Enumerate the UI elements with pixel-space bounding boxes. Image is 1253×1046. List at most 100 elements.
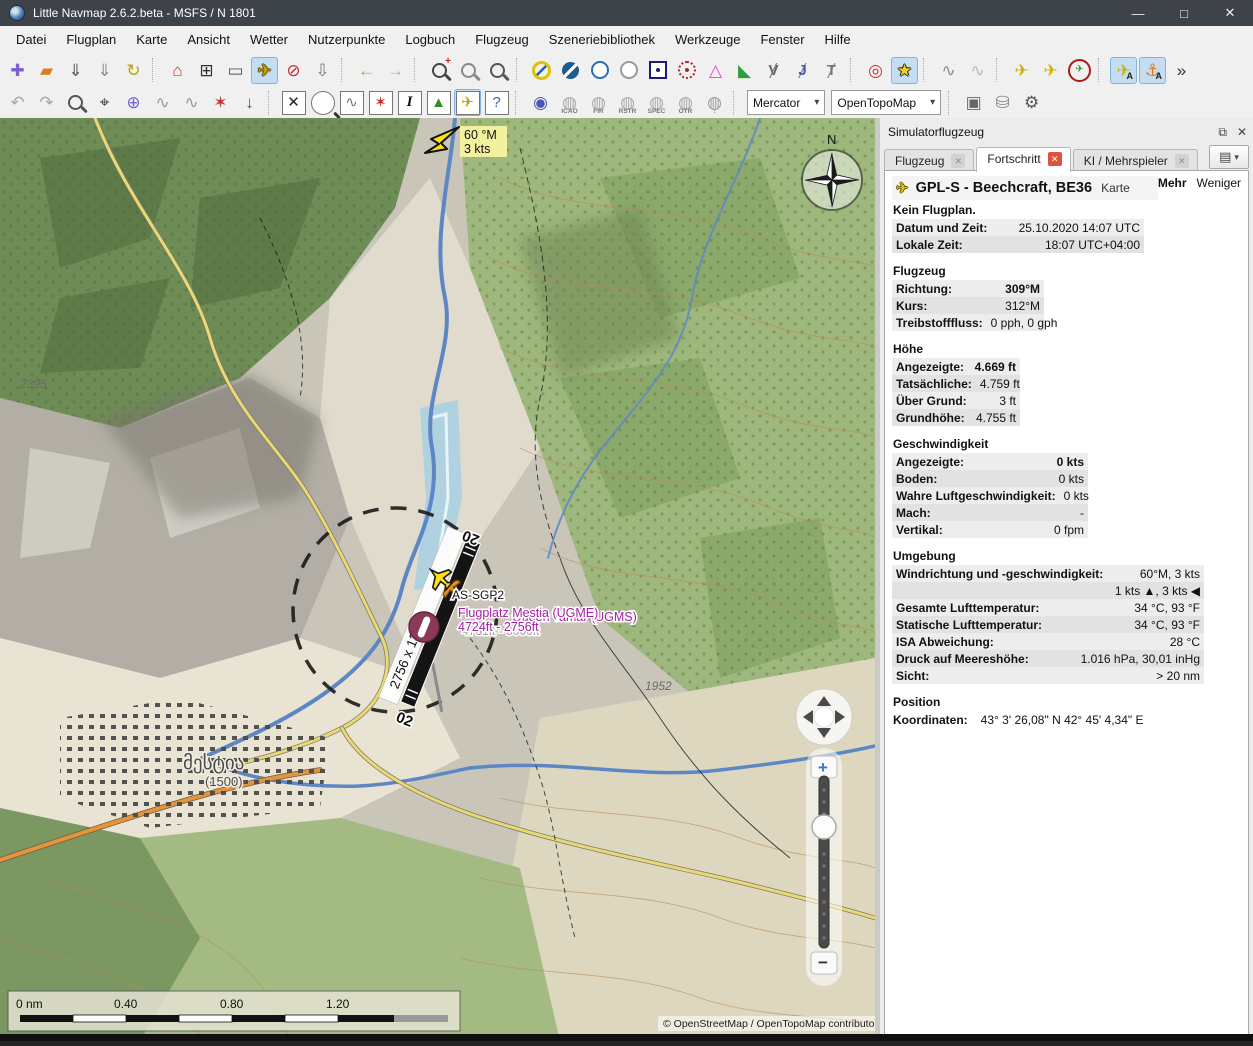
wand-box-button[interactable]: ✶ [367, 89, 394, 116]
menu-logbuch[interactable]: Logbuch [395, 28, 465, 51]
show-vor-toggle[interactable] [528, 57, 555, 84]
close-panel-icon[interactable]: ✕ [1237, 125, 1247, 140]
options-button[interactable]: ⚙ [1018, 89, 1045, 116]
airspace-icao-toggle[interactable]: ◍ICAO [556, 89, 583, 116]
tab-close-icon[interactable]: ✕ [1048, 152, 1062, 166]
close-button[interactable]: ✕ [1207, 0, 1253, 26]
center-rect-button[interactable]: ▭ [222, 57, 249, 84]
aircraft-trail-button[interactable]: ✈ [1008, 57, 1035, 84]
zoom-slider-handle[interactable] [812, 815, 836, 839]
undo-button[interactable]: ↶ [4, 89, 31, 116]
show-ai-ships-button[interactable]: ⚓A [1139, 57, 1166, 84]
home-view-button[interactable]: ⌂ [164, 57, 191, 84]
add-route-position-button[interactable]: ⊕ [120, 89, 147, 116]
map-forward-button[interactable]: → [382, 57, 409, 84]
delete-trail-button[interactable]: ✈ [1066, 57, 1093, 84]
projection-select[interactable]: Mercator▾ [747, 90, 825, 115]
approach-center-button[interactable]: ⇩ [309, 57, 336, 84]
airspace-special-toggle[interactable]: ◍SPEC [643, 89, 670, 116]
map-legend-button[interactable]: ? [483, 89, 510, 116]
terrain-elevation-button[interactable]: ▲ [425, 89, 452, 116]
maximize-button[interactable]: □ [1161, 0, 1207, 26]
show-tracks-toggle[interactable]: T [818, 57, 845, 84]
menu-flugzeug[interactable]: Flugzeug [465, 28, 538, 51]
airport-symbol[interactable] [409, 612, 439, 642]
airspace-fir-toggle[interactable]: ◍FIR [585, 89, 612, 116]
toolbar-overflow-chevron[interactable]: » [1168, 57, 1195, 84]
show-waypoint-toggle[interactable]: △ [702, 57, 729, 84]
airspace-other-toggle[interactable]: ◍OTR [672, 89, 699, 116]
airspace-restricted-toggle[interactable]: ◍RSTR [614, 89, 641, 116]
menu-fenster[interactable]: Fenster [750, 28, 814, 51]
panel-title-bar[interactable]: Simulatorflugzeug ⧉ ✕ [880, 118, 1253, 144]
tab-close-icon[interactable]: ✕ [951, 154, 965, 168]
show-ndb-toggle[interactable] [586, 57, 613, 84]
menu-datei[interactable]: Datei [6, 28, 56, 51]
map-back-button[interactable]: ← [353, 57, 380, 84]
show-jet-airways-toggle[interactable]: J [789, 57, 816, 84]
copy-to-clipboard-button[interactable]: ▤▾ [1209, 145, 1249, 169]
show-waypoint-box-toggle[interactable] [644, 57, 671, 84]
no-center-aircraft-button[interactable]: ⊘ [280, 57, 307, 84]
menu-wetter[interactable]: Wetter [240, 28, 298, 51]
map-attribution[interactable]: © OpenStreetMap / OpenTopoMap contributo… [663, 1018, 875, 1030]
menu-szeneriebibliothek[interactable]: Szeneriebibliothek [539, 28, 665, 51]
measure-distance-button[interactable]: ⌖ [91, 89, 118, 116]
airspace-master-toggle[interactable]: ◉ [527, 89, 554, 116]
tab-flugzeug[interactable]: Flugzeug✕ [884, 149, 974, 172]
add-userpoint-button[interactable]: ◎ [862, 57, 889, 84]
map-canvas[interactable]: 2756 x 138 ft 20 02 4731ft - 3000ft Quee… [0, 118, 875, 1041]
minimize-button[interactable]: — [1115, 0, 1161, 26]
show-ils-toggle[interactable]: ◣ [731, 57, 758, 84]
descent-path-button[interactable]: ↓ [236, 89, 263, 116]
search-logbook-button[interactable]: ★ [891, 57, 918, 84]
show-aircraft-info-button[interactable]: ✈ [454, 89, 481, 116]
fit-window-button[interactable]: ✕ [280, 89, 307, 116]
zoom-normal-button[interactable] [455, 57, 482, 84]
show-victor-airways-toggle[interactable]: V [760, 57, 787, 84]
zoom-default-button[interactable] [484, 57, 511, 84]
edit-route-button[interactable]: ∿ [935, 57, 962, 84]
menu-karte[interactable]: Karte [126, 28, 177, 51]
info-click-button[interactable]: I [396, 89, 423, 116]
menu-ansicht[interactable]: Ansicht [177, 28, 240, 51]
map-pan-control[interactable] [796, 689, 852, 745]
show-airport-toggle[interactable] [615, 57, 642, 84]
menu-nutzerpunkte[interactable]: Nutzerpunkte [298, 28, 395, 51]
zoom-box-button[interactable] [309, 89, 336, 116]
more-link[interactable]: Mehr [1158, 176, 1187, 190]
map-zoom-slider[interactable]: + − [806, 748, 842, 986]
menu-werkzeuge[interactable]: Werkzeuge [665, 28, 751, 51]
float-panel-icon[interactable]: ⧉ [1218, 125, 1227, 140]
less-link[interactable]: Weniger [1197, 176, 1241, 190]
edit-procedure-button[interactable]: ∿ [964, 57, 991, 84]
show-ndb-dotted-toggle[interactable] [673, 57, 700, 84]
map-link[interactable]: Karte [1101, 181, 1130, 195]
airport1-name-label[interactable]: Flugplatz Mestia (UGME) [458, 606, 598, 620]
redo-button[interactable]: ↷ [33, 89, 60, 116]
edit-route-leg-button[interactable]: ∿ [178, 89, 205, 116]
show-ai-aircraft-button[interactable]: ✈A [1110, 57, 1137, 84]
copy-map-image-button[interactable]: ▣ [960, 89, 987, 116]
save-flightplan-as-button[interactable]: ⇓ [91, 57, 118, 84]
menu-flugplan[interactable]: Flugplan [56, 28, 126, 51]
route-box-button[interactable]: ∿ [338, 89, 365, 116]
map-zoom-button[interactable] [62, 89, 89, 116]
menu-hilfe[interactable]: Hilfe [815, 28, 861, 51]
reload-flightplan-button[interactable]: ↻ [120, 57, 147, 84]
addon-scenery-label[interactable]: AS-SGP2 [452, 588, 504, 602]
aircraft-trail-dotted-button[interactable]: ✈ [1037, 57, 1064, 84]
open-flightplan-button[interactable]: ▰ [33, 57, 60, 84]
airspace-altitude-toggle[interactable]: ◍↕ [701, 89, 728, 116]
show-vordme-toggle[interactable] [557, 57, 584, 84]
magic-route-button[interactable]: ✶ [207, 89, 234, 116]
mapstyle-select[interactable]: OpenTopoMap▾ [831, 90, 941, 115]
save-flightplan-button[interactable]: ⇓ [62, 57, 89, 84]
zoom-in-details-button[interactable]: + [426, 57, 453, 84]
center-aircraft-button[interactable]: ✈ [251, 57, 278, 84]
new-flightplan-button[interactable]: ✚ [4, 57, 31, 84]
tab-fortschritt[interactable]: Fortschritt✕ [976, 147, 1070, 172]
tab-ki-mehrspieler[interactable]: KI / Mehrspieler✕ [1073, 149, 1198, 172]
move-route-leg-button[interactable]: ∿ [149, 89, 176, 116]
center-flightplan-button[interactable]: ⊞ [193, 57, 220, 84]
